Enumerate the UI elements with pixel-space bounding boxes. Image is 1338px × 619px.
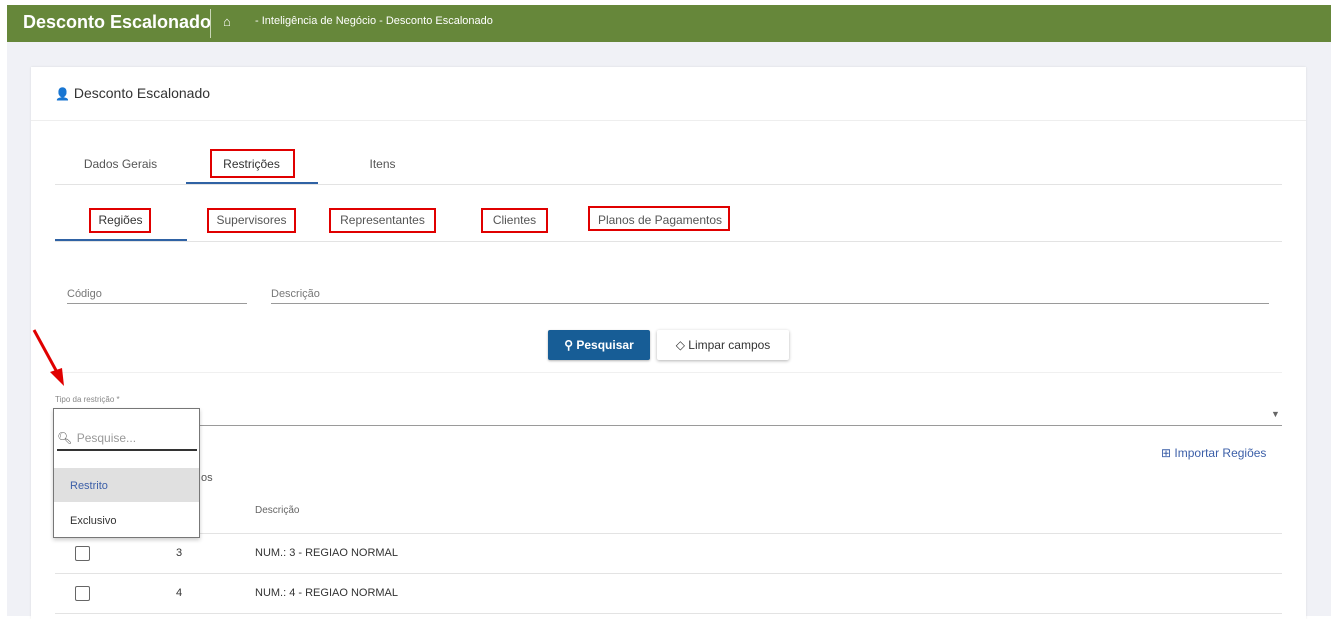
row-checkbox[interactable] — [75, 546, 90, 561]
descricao-input[interactable] — [271, 303, 1269, 304]
search-button-label: Pesquisar — [576, 338, 634, 352]
import-regions-link[interactable]: ⊞ Importar Regiões — [1161, 446, 1266, 460]
user-edit-icon: 👤 — [55, 87, 70, 101]
annotation-box — [210, 149, 295, 178]
restriction-type-label: Tipo da restrição * — [55, 395, 120, 404]
card-title-text: Desconto Escalonado — [73, 85, 211, 101]
annotation-box — [481, 208, 548, 233]
restriction-dropdown: 🔍︎ Pesquise... Restrito Exclusivo — [53, 408, 200, 538]
divider — [210, 9, 211, 38]
option-exclusivo[interactable]: Exclusivo — [54, 503, 199, 537]
search-placeholder: Pesquise... — [76, 431, 137, 445]
home-icon[interactable]: ⌂ — [223, 14, 231, 29]
top-bar: Desconto Escalonado ⌂ - Inteligência de … — [7, 5, 1331, 42]
card-title: 👤 Desconto Escalonado — [55, 85, 210, 101]
dropdown-search-input[interactable]: 🔍︎ Pesquise... — [57, 429, 197, 451]
tab-itens[interactable]: Itens — [317, 157, 448, 171]
annotation-box — [207, 208, 296, 233]
table-row: 3 NUM.: 3 - REGIAO NORMAL — [55, 534, 1282, 574]
annotation-box — [329, 208, 436, 233]
row-checkbox[interactable] — [75, 586, 90, 601]
main-card: 👤 Desconto Escalonado Dados Gerais Restr… — [31, 67, 1306, 619]
breadcrumb: - Inteligência de Negócio - Desconto Esc… — [255, 15, 493, 27]
tab-dados-gerais[interactable]: Dados Gerais — [55, 157, 186, 171]
app-title: Desconto Escalonado — [23, 12, 212, 32]
divider — [55, 372, 1282, 373]
divider — [31, 120, 1306, 121]
annotation-box — [588, 206, 730, 231]
divider — [55, 184, 1282, 185]
divider — [55, 241, 1282, 242]
clear-button-label: Limpar campos — [688, 338, 771, 352]
import-label: Importar Regiões — [1174, 446, 1267, 460]
row-code: 3 — [176, 547, 183, 559]
annotation-arrow-icon — [32, 329, 64, 386]
clear-fields-button[interactable]: ◇ Limpar campos — [657, 330, 789, 360]
dropdown-arrow-icon[interactable]: ▼ — [1271, 409, 1280, 419]
row-description: NUM.: 3 - REGIAO NORMAL — [255, 547, 399, 559]
codigo-label: Código — [67, 288, 102, 300]
search-icon: ⚲ — [564, 338, 577, 352]
eraser-icon: ◇ — [675, 338, 689, 352]
table-row: 4 NUM.: 4 - REGIAO NORMAL — [55, 574, 1282, 614]
magnifier-icon: 🔍︎ — [57, 431, 73, 445]
option-restrito[interactable]: Restrito — [54, 468, 199, 502]
row-code: 4 — [176, 587, 183, 599]
annotation-box — [89, 208, 151, 233]
restriction-type-select[interactable] — [55, 425, 1282, 426]
row-description: NUM.: 4 - REGIAO NORMAL — [255, 587, 399, 599]
codigo-input[interactable] — [67, 303, 247, 304]
descricao-label: Descrição — [271, 288, 320, 300]
hidden-label-fragment: os — [201, 472, 213, 484]
column-header-descricao: Descrição — [255, 505, 300, 516]
search-button[interactable]: ⚲ Pesquisar — [548, 330, 650, 360]
import-icon: ⊞ — [1161, 446, 1175, 460]
